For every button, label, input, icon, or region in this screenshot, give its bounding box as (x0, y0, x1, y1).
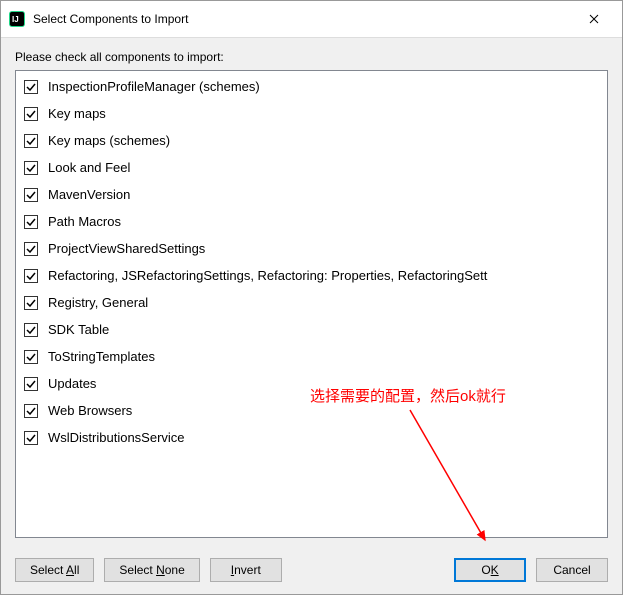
select-all-button[interactable]: Select All (15, 558, 94, 582)
list-item[interactable]: Look and Feel (16, 154, 607, 181)
component-list[interactable]: InspectionProfileManager (schemes) Key ma… (15, 70, 608, 538)
checkbox-icon[interactable] (24, 269, 38, 283)
list-item-label: WslDistributionsService (48, 430, 185, 445)
checkbox-icon[interactable] (24, 134, 38, 148)
close-button[interactable] (574, 7, 614, 31)
list-item-label: Path Macros (48, 214, 121, 229)
list-item[interactable]: Key maps (16, 100, 607, 127)
list-item-label: ToStringTemplates (48, 349, 155, 364)
list-item[interactable]: Key maps (schemes) (16, 127, 607, 154)
list-item[interactable]: Web Browsers (16, 397, 607, 424)
list-item[interactable]: Refactoring, JSRefactoringSettings, Refa… (16, 262, 607, 289)
list-item-label: Updates (48, 376, 96, 391)
dialog: IJ Select Components to Import Please ch… (0, 0, 623, 595)
checkbox-icon[interactable] (24, 188, 38, 202)
list-item-label: Key maps (schemes) (48, 133, 170, 148)
checkbox-icon[interactable] (24, 350, 38, 364)
list-item-label: MavenVersion (48, 187, 130, 202)
app-icon: IJ (9, 11, 25, 27)
checkbox-icon[interactable] (24, 296, 38, 310)
list-item-label: Web Browsers (48, 403, 132, 418)
list-item-label: ProjectViewSharedSettings (48, 241, 205, 256)
list-item[interactable]: ToStringTemplates (16, 343, 607, 370)
list-item[interactable]: ProjectViewSharedSettings (16, 235, 607, 262)
list-item[interactable]: SDK Table (16, 316, 607, 343)
checkbox-icon[interactable] (24, 377, 38, 391)
checkbox-icon[interactable] (24, 431, 38, 445)
list-item-label: InspectionProfileManager (schemes) (48, 79, 260, 94)
svg-text:IJ: IJ (12, 15, 19, 24)
content-area: Please check all components to import: I… (1, 38, 622, 546)
titlebar: IJ Select Components to Import (1, 1, 622, 38)
list-item[interactable]: InspectionProfileManager (schemes) (16, 73, 607, 100)
list-item-label: SDK Table (48, 322, 109, 337)
list-item[interactable]: Updates (16, 370, 607, 397)
list-item[interactable]: MavenVersion (16, 181, 607, 208)
checkbox-icon[interactable] (24, 215, 38, 229)
button-row: Select All Select None Invert OK Cancel (1, 546, 622, 594)
checkbox-icon[interactable] (24, 323, 38, 337)
list-item[interactable]: Registry, General (16, 289, 607, 316)
list-item-label: Refactoring, JSRefactoringSettings, Refa… (48, 268, 487, 283)
list-item-label: Look and Feel (48, 160, 130, 175)
list-item[interactable]: WslDistributionsService (16, 424, 607, 451)
cancel-button[interactable]: Cancel (536, 558, 608, 582)
checkbox-icon[interactable] (24, 161, 38, 175)
checkbox-icon[interactable] (24, 404, 38, 418)
dialog-title: Select Components to Import (33, 12, 574, 26)
list-item[interactable]: Path Macros (16, 208, 607, 235)
select-none-button[interactable]: Select None (104, 558, 199, 582)
invert-button[interactable]: Invert (210, 558, 282, 582)
checkbox-icon[interactable] (24, 107, 38, 121)
instruction-label: Please check all components to import: (15, 50, 608, 64)
ok-button[interactable]: OK (454, 558, 526, 582)
list-item-label: Registry, General (48, 295, 148, 310)
list-item-label: Key maps (48, 106, 106, 121)
checkbox-icon[interactable] (24, 242, 38, 256)
checkbox-icon[interactable] (24, 80, 38, 94)
